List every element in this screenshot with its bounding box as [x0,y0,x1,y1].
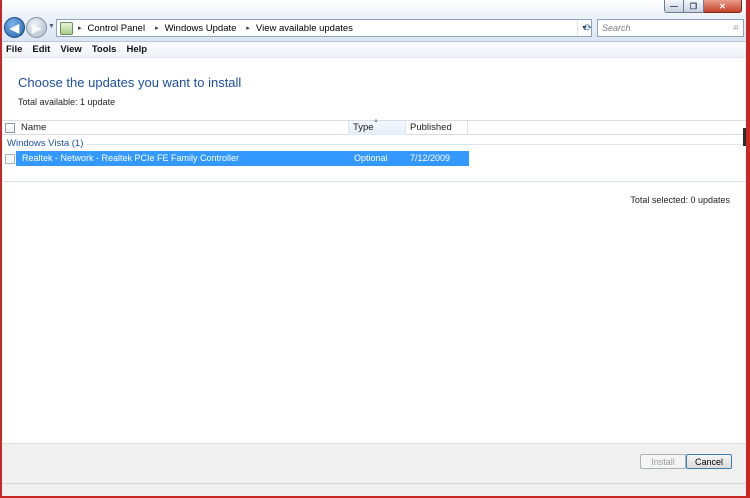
status-bar [2,483,746,496]
menu-bar: File Edit View Tools Help [2,42,746,58]
list-divider [2,181,746,182]
update-published-date: 7/12/2009 [410,153,451,163]
minimize-button[interactable]: — [664,0,684,13]
breadcrumb-control-panel[interactable]: ▸ Control Panel [78,23,155,34]
total-available-text: Total available: 1 update [18,97,116,107]
search-input[interactable] [602,23,722,33]
column-header-name[interactable]: Name [17,121,349,135]
forward-button[interactable]: ▶ [26,17,47,38]
menu-tools[interactable]: Tools [92,44,117,55]
chevron-right-icon[interactable]: ▸ [246,24,250,32]
recent-pages-dropdown[interactable]: ▼ [48,23,55,30]
sort-ascending-icon: ▲ [373,118,379,124]
total-selected-text: Total selected: 0 updates [630,195,730,205]
breadcrumb-label[interactable]: Windows Update [165,23,237,34]
search-box[interactable]: ⌕ [597,19,744,37]
chevron-right-icon[interactable]: ▸ [78,24,82,32]
footer-bar: Install Cancel [2,443,746,483]
breadcrumb-label[interactable]: Control Panel [88,23,146,34]
navigation-bar: ◀ ▶ ▼ ▸ Control Panel ▸ Windows Update ▸… [2,14,746,42]
update-type: Optional [354,153,388,163]
back-button[interactable]: ◀ [4,17,25,38]
menu-view[interactable]: View [60,44,81,55]
menu-help[interactable]: Help [126,44,147,55]
menu-edit[interactable]: Edit [32,44,50,55]
caption-buttons: — ❐ ✕ [664,0,742,13]
install-button[interactable]: Install [640,454,686,469]
update-name: Realtek - Network - Realtek PCIe FE Fami… [22,153,240,163]
chevron-right-icon[interactable]: ▸ [155,24,159,32]
menu-file[interactable]: File [6,44,22,55]
search-icon[interactable]: ⌕ [733,22,739,33]
refresh-icon[interactable]: ⟳ [580,20,596,36]
close-button[interactable]: ✕ [704,0,742,13]
scrollbar-thumb[interactable] [743,128,746,146]
title-bar: — ❐ ✕ [2,0,746,14]
breadcrumb-label[interactable]: View available updates [256,23,353,34]
breadcrumb-view-available-updates[interactable]: ▸ View available updates [246,23,363,34]
select-all-checkbox[interactable] [5,123,15,133]
address-bar[interactable]: ▸ Control Panel ▸ Windows Update ▸ View … [56,19,592,37]
windows-update-window: — ❐ ✕ ◀ ▶ ▼ ▸ Control Panel ▸ Windows Up… [2,0,746,496]
maximize-button[interactable]: ❐ [684,0,704,13]
column-header-published[interactable]: Published [406,121,468,135]
group-divider [86,144,746,145]
update-checkbox[interactable] [5,154,15,164]
update-list-header: Name Type Published ▲ [2,118,746,135]
breadcrumb-windows-update[interactable]: ▸ Windows Update [155,23,246,34]
page-title: Choose the updates you want to install [18,75,242,90]
list-item[interactable]: Realtek - Network - Realtek PCIe FE Fami… [16,151,469,166]
forward-arrow-icon: ▶ [31,20,42,35]
back-arrow-icon: ◀ [9,20,20,35]
group-header-windows-vista[interactable]: Windows Vista (1) [7,138,83,149]
cancel-button[interactable]: Cancel [686,454,732,469]
control-panel-icon [60,21,73,35]
